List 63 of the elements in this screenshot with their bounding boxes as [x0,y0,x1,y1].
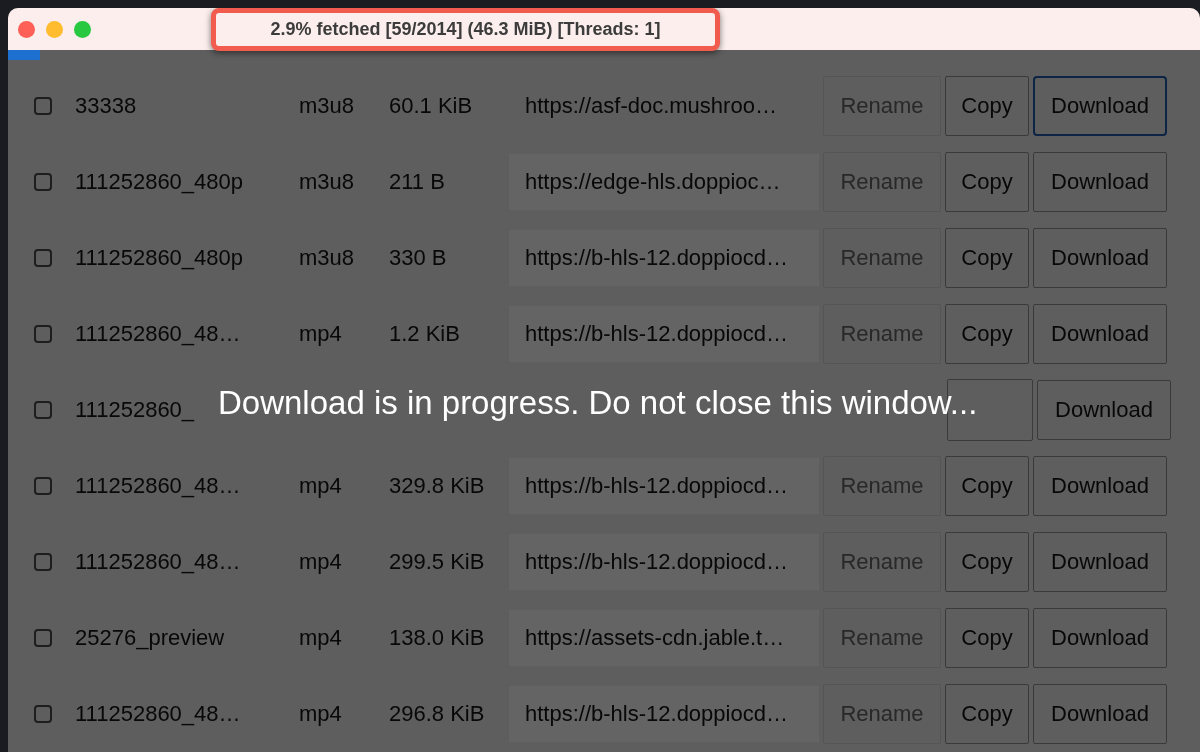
url-field[interactable]: https://edge-hls.doppioc… [509,154,819,210]
copy-button[interactable]: Copy [945,76,1029,136]
file-size: 329.8 KiB [389,473,486,499]
url-field[interactable]: https://asf-doc.mushroo… [509,78,819,134]
url-field[interactable]: https://b-hls-12.doppiocd… [509,230,819,286]
checkbox[interactable] [34,705,52,723]
download-button[interactable]: Download [1033,532,1167,592]
checkbox[interactable] [34,249,52,267]
zoom-button[interactable] [74,20,91,38]
file-size: 60.1 KiB [389,93,474,119]
file-name: 111252860_48… [75,549,242,575]
copy-button[interactable]: Copy [945,152,1029,212]
checkbox[interactable] [34,173,52,191]
file-name: 111252860_480p [75,169,245,195]
download-button[interactable]: Download [1033,684,1167,744]
url-field[interactable]: https://b-hls-12.doppiocd… [509,686,819,742]
url-field[interactable]: https://b-hls-12.doppiocd… [509,534,819,590]
file-size: 299.5 KiB [389,549,486,575]
file-type: mp4 [299,701,343,727]
file-type: m3u8 [299,93,356,119]
file-name: 111252860_48… [75,473,242,499]
minimize-button[interactable] [46,20,63,38]
copy-button[interactable]: Copy [945,456,1029,516]
file-name: 111252860_480p [75,245,245,271]
file-size: 330 B [389,245,448,271]
file-size: 296.8 KiB [389,701,486,727]
file-type: m3u8 [299,169,356,195]
file-type: mp4 [299,625,343,651]
copy-button[interactable]: Copy [945,228,1029,288]
file-type: mp4 [299,473,343,499]
url-field[interactable]: https://b-hls-12.doppiocd… [509,306,819,362]
file-type: mp4 [299,549,343,575]
url-field[interactable]: https://assets-cdn.jable.t… [509,610,819,666]
download-button[interactable]: Download [1033,608,1167,668]
download-button[interactable]: Download [1033,456,1167,516]
file-name: 111252860_48… [75,701,242,727]
file-size: 211 B [389,169,446,195]
checkbox[interactable] [34,629,52,647]
checkbox[interactable] [34,401,52,419]
file-name: 33338 [75,93,138,119]
checkbox[interactable] [34,477,52,495]
file-name: 111252860_48… [75,321,242,347]
copy-button[interactable]: Copy [945,684,1029,744]
url-field[interactable]: https://b-hls-12.doppiocd… [509,458,819,514]
checkbox[interactable] [34,97,52,115]
copy-button[interactable]: Copy [945,304,1029,364]
close-button[interactable] [18,20,35,38]
copy-button[interactable]: Copy [945,532,1029,592]
file-type: mp4 [299,321,343,347]
file-name: 25276_preview [75,625,226,651]
copy-button[interactable]: Copy [945,608,1029,668]
download-button[interactable]: Download [1033,76,1167,136]
download-button[interactable]: Download [1033,228,1167,288]
file-size: 1.2 KiB [389,321,461,347]
download-button[interactable]: Download [1033,304,1167,364]
checkbox[interactable] [34,553,52,571]
window-title: 2.9% fetched [59/2014] (46.3 MiB) [Threads: 1] [211,8,720,51]
file-type: m3u8 [299,245,356,271]
file-size: 138.0 KiB [389,625,486,651]
download-button[interactable]: Download [1033,152,1167,212]
download-button[interactable]: Download [1037,380,1171,440]
checkbox[interactable] [34,325,52,343]
progress-message: Download is in progress. Do not close this window... [218,384,978,422]
